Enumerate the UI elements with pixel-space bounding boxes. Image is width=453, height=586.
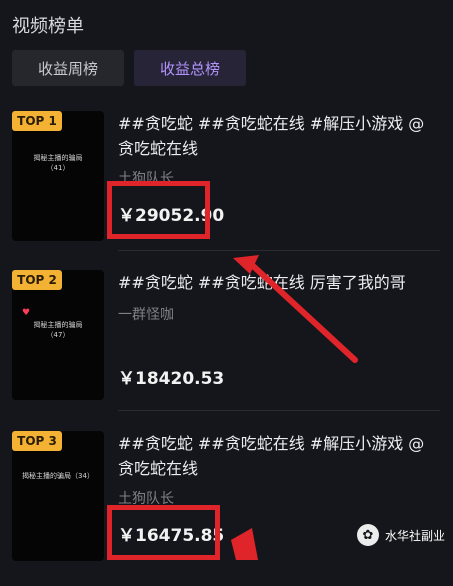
watermark: ✿ 水华社副业 <box>356 524 445 546</box>
list-item[interactable]: ♥ 揭秘主播的骗局 （47） TOP 2 ##贪吃蛇 ##贪吃蛇在线 厉害了我的… <box>0 270 453 425</box>
rank-badge: TOP 1 <box>12 111 62 131</box>
tab-total-earnings[interactable]: 收益总榜 <box>134 50 246 86</box>
rank-badge: TOP 2 <box>12 270 62 290</box>
thumbnail-caption: 揭秘主播的骗局（34） <box>22 472 94 480</box>
divider <box>118 410 440 411</box>
thumbnail-caption: 揭秘主播的骗局 （41） <box>33 154 83 172</box>
highlight-box <box>107 181 210 239</box>
earnings-amount: ￥18420.53 <box>118 369 225 389</box>
watermark-text: 水华社副业 <box>384 528 445 543</box>
rank-badge: TOP 3 <box>12 431 62 451</box>
video-title[interactable]: ##贪吃蛇 ##贪吃蛇在线 #解压小游戏 @贪吃蛇在线 <box>118 111 438 161</box>
video-title[interactable]: ##贪吃蛇 ##贪吃蛇在线 #解压小游戏 @贪吃蛇在线 <box>118 431 438 481</box>
video-title[interactable]: ##贪吃蛇 ##贪吃蛇在线 厉害了我的哥 <box>118 270 438 295</box>
heart-icon: ♥ <box>22 308 31 318</box>
author-name[interactable]: 一群怪咖 <box>118 304 174 324</box>
divider <box>118 250 440 251</box>
wechat-icon: ✿ <box>356 524 379 546</box>
highlight-box <box>107 505 220 560</box>
tab-weekly-earnings[interactable]: 收益周榜 <box>12 50 124 86</box>
thumbnail-caption: 揭秘主播的骗局 （47） <box>33 321 83 339</box>
list-item[interactable]: 揭秘主播的骗局（34） TOP 3 ##贪吃蛇 ##贪吃蛇在线 #解压小游戏 @… <box>0 431 453 586</box>
page-title: 视频榜单 <box>12 16 84 37</box>
list-item[interactable]: 揭秘主播的骗局 （41） TOP 1 ##贪吃蛇 ##贪吃蛇在线 #解压小游戏 … <box>0 111 453 266</box>
